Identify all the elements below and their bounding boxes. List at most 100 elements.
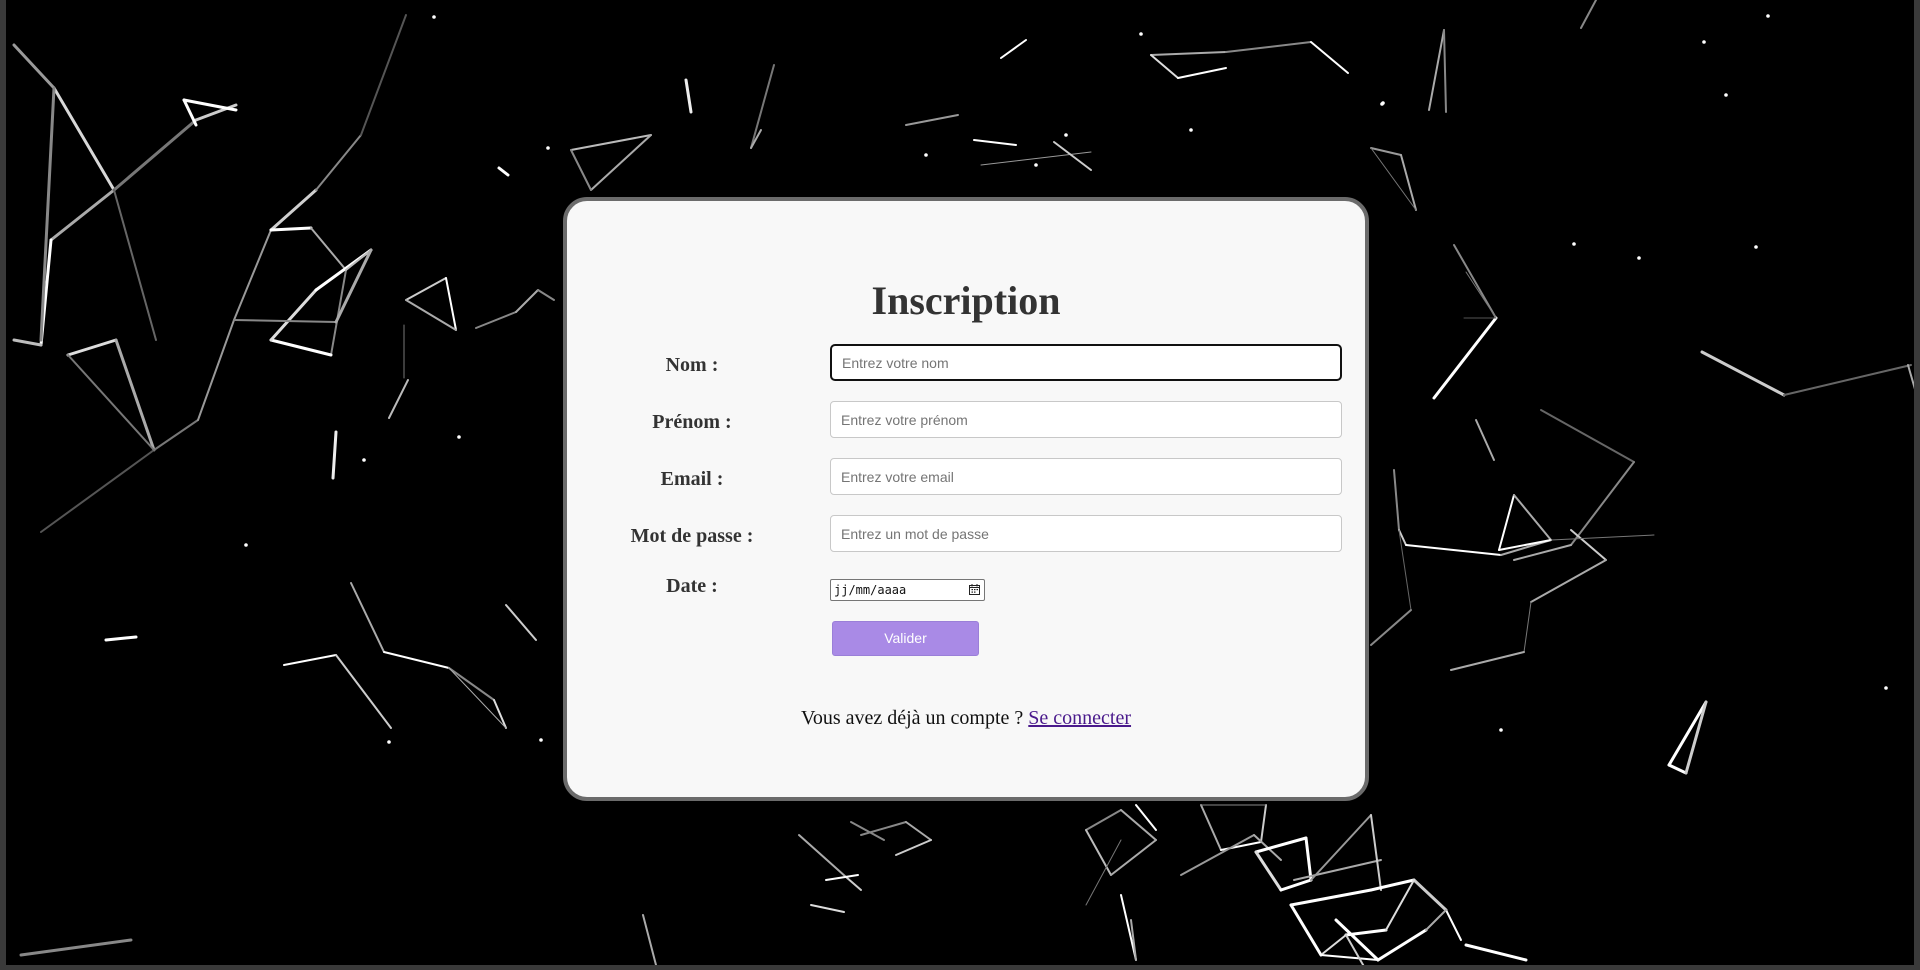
network-line bbox=[1320, 954, 1379, 961]
network-node bbox=[539, 738, 543, 742]
network-line bbox=[104, 635, 138, 642]
network-line bbox=[40, 449, 155, 533]
network-line bbox=[1570, 529, 1607, 561]
network-node bbox=[1189, 128, 1193, 132]
network-line bbox=[1684, 700, 1708, 775]
password-label: Mot de passe : bbox=[630, 525, 754, 547]
prenom-input[interactable] bbox=[830, 401, 1342, 438]
network-node bbox=[362, 458, 366, 462]
network-line bbox=[1385, 879, 1415, 931]
network-line bbox=[1667, 763, 1688, 775]
network-line bbox=[505, 604, 537, 641]
network-line bbox=[269, 288, 318, 342]
network-line bbox=[1667, 700, 1708, 767]
network-line bbox=[197, 319, 235, 421]
network-line bbox=[1293, 859, 1382, 881]
network-line bbox=[895, 839, 932, 856]
network-node bbox=[1139, 32, 1143, 36]
network-node bbox=[1499, 728, 1503, 732]
network-line bbox=[845, 876, 862, 891]
network-line bbox=[448, 667, 495, 701]
date-label: Date : bbox=[666, 575, 718, 597]
network-line bbox=[850, 821, 885, 841]
network-line bbox=[973, 139, 1017, 146]
email-label: Email : bbox=[660, 468, 724, 490]
network-line bbox=[1412, 878, 1448, 912]
network-line bbox=[860, 821, 907, 836]
email-input[interactable] bbox=[830, 458, 1342, 495]
network-line bbox=[112, 118, 198, 192]
network-line bbox=[114, 338, 156, 452]
network-line bbox=[66, 338, 118, 357]
network-node bbox=[387, 740, 391, 744]
network-line bbox=[12, 338, 43, 347]
network-line bbox=[1783, 364, 1912, 396]
network-line bbox=[798, 834, 847, 878]
network-line bbox=[52, 86, 116, 192]
network-line bbox=[590, 134, 652, 191]
network-line bbox=[388, 379, 409, 419]
network-line bbox=[331, 430, 338, 480]
network-line bbox=[1540, 409, 1635, 463]
network-line bbox=[67, 354, 155, 451]
network-line bbox=[1425, 909, 1447, 931]
network-line bbox=[315, 134, 362, 191]
network-line bbox=[1304, 836, 1313, 882]
submit-button[interactable]: Valider bbox=[832, 621, 979, 656]
network-line bbox=[1550, 534, 1655, 541]
network-node bbox=[1572, 242, 1576, 246]
network-line bbox=[905, 114, 959, 126]
network-line bbox=[360, 14, 407, 136]
network-node bbox=[1724, 93, 1728, 97]
network-line bbox=[1289, 903, 1323, 957]
login-link[interactable]: Se connecter bbox=[1028, 707, 1131, 729]
network-node bbox=[1034, 163, 1038, 167]
network-node bbox=[1884, 686, 1888, 690]
network-line bbox=[905, 821, 932, 841]
network-line bbox=[1475, 419, 1495, 461]
network-line bbox=[515, 289, 539, 313]
network-line bbox=[405, 299, 457, 331]
page-frame: Inscription Nom : Prénom : Email : Mot d… bbox=[0, 0, 1920, 970]
network-line bbox=[448, 667, 507, 729]
network-line bbox=[497, 166, 510, 177]
network-line bbox=[330, 269, 347, 356]
network-line bbox=[182, 98, 238, 112]
network-line bbox=[49, 188, 116, 242]
network-line bbox=[1498, 494, 1515, 551]
network-node bbox=[244, 543, 248, 547]
network-line bbox=[153, 419, 199, 451]
date-placeholder: jj/mm/aaaa bbox=[834, 583, 907, 597]
network-line bbox=[383, 651, 450, 669]
network-line bbox=[1464, 943, 1528, 962]
network-node bbox=[1380, 102, 1384, 106]
network-line bbox=[1200, 804, 1222, 851]
network-line bbox=[1310, 814, 1372, 881]
network-line bbox=[1260, 804, 1267, 843]
date-input[interactable]: jj/mm/aaaa bbox=[830, 579, 985, 601]
network-line bbox=[1085, 829, 1112, 876]
password-input[interactable] bbox=[830, 515, 1342, 552]
network-line bbox=[445, 277, 457, 331]
network-line bbox=[750, 64, 775, 149]
network-line bbox=[283, 654, 337, 666]
network-line bbox=[1150, 51, 1227, 56]
network-line bbox=[1225, 41, 1312, 53]
network-line bbox=[1289, 888, 1373, 907]
network-line bbox=[1370, 609, 1412, 646]
login-prompt: Vous avez déjà un compte ? Se connecter bbox=[567, 707, 1365, 730]
calendar-icon[interactable] bbox=[969, 584, 980, 595]
nom-input[interactable] bbox=[830, 344, 1342, 381]
network-line bbox=[1279, 878, 1313, 892]
network-line bbox=[1513, 494, 1552, 541]
network-line bbox=[1570, 461, 1635, 546]
network-line bbox=[269, 226, 313, 232]
network-line bbox=[1000, 39, 1027, 59]
network-line bbox=[493, 699, 507, 729]
network-line bbox=[39, 86, 56, 342]
network-line bbox=[1405, 544, 1502, 556]
network-line bbox=[1369, 878, 1416, 892]
network-node bbox=[1766, 14, 1770, 18]
network-line bbox=[1513, 544, 1572, 561]
network-line bbox=[334, 248, 373, 324]
